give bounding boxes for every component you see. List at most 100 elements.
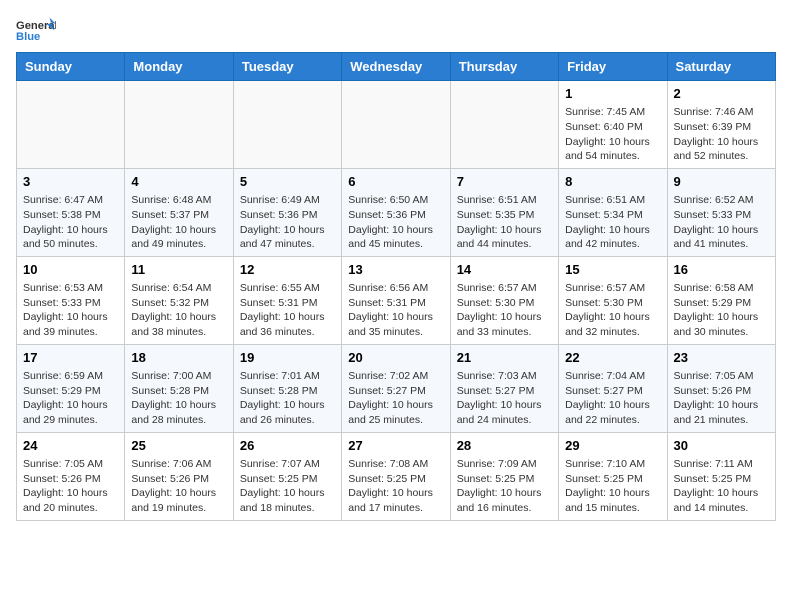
calendar-cell (125, 81, 233, 169)
calendar-cell: 8 Sunrise: 6:51 AM Sunset: 5:34 PM Daylig… (559, 168, 667, 256)
day-info: Sunrise: 7:45 AM Sunset: 6:40 PM Dayligh… (565, 105, 660, 164)
calendar-table: SundayMondayTuesdayWednesdayThursdayFrid… (16, 52, 776, 521)
day-info: Sunrise: 7:06 AM Sunset: 5:26 PM Dayligh… (131, 457, 226, 516)
calendar-cell: 2 Sunrise: 7:46 AM Sunset: 6:39 PM Daylig… (667, 81, 775, 169)
day-number: 3 (23, 173, 118, 191)
calendar-cell (233, 81, 341, 169)
calendar-cell: 13 Sunrise: 6:56 AM Sunset: 5:31 PM Dayli… (342, 256, 450, 344)
calendar-cell (450, 81, 558, 169)
day-number: 16 (674, 261, 769, 279)
day-number: 12 (240, 261, 335, 279)
day-info: Sunrise: 6:59 AM Sunset: 5:29 PM Dayligh… (23, 369, 118, 428)
day-number: 13 (348, 261, 443, 279)
weekday-friday: Friday (559, 53, 667, 81)
day-info: Sunrise: 6:47 AM Sunset: 5:38 PM Dayligh… (23, 193, 118, 252)
day-number: 8 (565, 173, 660, 191)
calendar-cell: 14Sunrise: 6:57 AM Sunset: 5:30 PM Dayli… (450, 256, 558, 344)
day-number: 5 (240, 173, 335, 191)
day-number: 23 (674, 349, 769, 367)
day-number: 24 (23, 437, 118, 455)
weekday-saturday: Saturday (667, 53, 775, 81)
calendar-cell: 9 Sunrise: 6:52 AM Sunset: 5:33 PM Daylig… (667, 168, 775, 256)
day-info: Sunrise: 6:58 AM Sunset: 5:29 PM Dayligh… (674, 281, 769, 340)
day-info: Sunrise: 6:50 AM Sunset: 5:36 PM Dayligh… (348, 193, 443, 252)
week-row-4: 17 Sunrise: 6:59 AM Sunset: 5:29 PM Dayli… (17, 344, 776, 432)
calendar-cell: 27 Sunrise: 7:08 AM Sunset: 5:25 PM Dayli… (342, 432, 450, 520)
week-row-3: 10 Sunrise: 6:53 AM Sunset: 5:33 PM Dayli… (17, 256, 776, 344)
day-number: 2 (674, 85, 769, 103)
day-number: 30 (674, 437, 769, 455)
logo: General Blue (16, 16, 56, 44)
calendar-cell: 24 Sunrise: 7:05 AM Sunset: 5:26 PM Dayli… (17, 432, 125, 520)
calendar-cell: 12 Sunrise: 6:55 AM Sunset: 5:31 PM Dayli… (233, 256, 341, 344)
day-info: Sunrise: 7:07 AM Sunset: 5:25 PM Dayligh… (240, 457, 335, 516)
weekday-header-row: SundayMondayTuesdayWednesdayThursdayFrid… (17, 53, 776, 81)
day-info: Sunrise: 7:05 AM Sunset: 5:26 PM Dayligh… (23, 457, 118, 516)
day-number: 4 (131, 173, 226, 191)
weekday-monday: Monday (125, 53, 233, 81)
calendar-cell: 1Sunrise: 7:45 AM Sunset: 6:40 PM Daylig… (559, 81, 667, 169)
day-info: Sunrise: 6:56 AM Sunset: 5:31 PM Dayligh… (348, 281, 443, 340)
day-info: Sunrise: 7:01 AM Sunset: 5:28 PM Dayligh… (240, 369, 335, 428)
calendar-cell (17, 81, 125, 169)
day-number: 19 (240, 349, 335, 367)
day-info: Sunrise: 6:51 AM Sunset: 5:35 PM Dayligh… (457, 193, 552, 252)
day-number: 15 (565, 261, 660, 279)
calendar-cell: 15 Sunrise: 6:57 AM Sunset: 5:30 PM Dayli… (559, 256, 667, 344)
day-info: Sunrise: 6:57 AM Sunset: 5:30 PM Dayligh… (565, 281, 660, 340)
logo-icon: General Blue (16, 16, 56, 44)
day-info: Sunrise: 7:08 AM Sunset: 5:25 PM Dayligh… (348, 457, 443, 516)
weekday-sunday: Sunday (17, 53, 125, 81)
day-number: 7 (457, 173, 552, 191)
day-number: 26 (240, 437, 335, 455)
calendar-cell: 25 Sunrise: 7:06 AM Sunset: 5:26 PM Dayli… (125, 432, 233, 520)
day-number: 25 (131, 437, 226, 455)
calendar-cell: 30 Sunrise: 7:11 AM Sunset: 5:25 PM Dayli… (667, 432, 775, 520)
day-info: Sunrise: 7:46 AM Sunset: 6:39 PM Dayligh… (674, 105, 769, 164)
day-info: Sunrise: 7:02 AM Sunset: 5:27 PM Dayligh… (348, 369, 443, 428)
calendar-cell: 19 Sunrise: 7:01 AM Sunset: 5:28 PM Dayli… (233, 344, 341, 432)
day-info: Sunrise: 7:09 AM Sunset: 5:25 PM Dayligh… (457, 457, 552, 516)
day-info: Sunrise: 6:49 AM Sunset: 5:36 PM Dayligh… (240, 193, 335, 252)
day-info: Sunrise: 7:11 AM Sunset: 5:25 PM Dayligh… (674, 457, 769, 516)
calendar-cell: 17 Sunrise: 6:59 AM Sunset: 5:29 PM Dayli… (17, 344, 125, 432)
weekday-tuesday: Tuesday (233, 53, 341, 81)
day-number: 21 (457, 349, 552, 367)
calendar-cell: 11Sunrise: 6:54 AM Sunset: 5:32 PM Dayli… (125, 256, 233, 344)
day-number: 27 (348, 437, 443, 455)
day-info: Sunrise: 6:53 AM Sunset: 5:33 PM Dayligh… (23, 281, 118, 340)
calendar-cell: 20 Sunrise: 7:02 AM Sunset: 5:27 PM Dayli… (342, 344, 450, 432)
week-row-1: 1Sunrise: 7:45 AM Sunset: 6:40 PM Daylig… (17, 81, 776, 169)
day-info: Sunrise: 7:10 AM Sunset: 5:25 PM Dayligh… (565, 457, 660, 516)
day-number: 18 (131, 349, 226, 367)
day-info: Sunrise: 7:05 AM Sunset: 5:26 PM Dayligh… (674, 369, 769, 428)
day-info: Sunrise: 6:51 AM Sunset: 5:34 PM Dayligh… (565, 193, 660, 252)
weekday-wednesday: Wednesday (342, 53, 450, 81)
calendar-cell: 4Sunrise: 6:48 AM Sunset: 5:37 PM Daylig… (125, 168, 233, 256)
calendar-cell: 21Sunrise: 7:03 AM Sunset: 5:27 PM Dayli… (450, 344, 558, 432)
calendar-cell (342, 81, 450, 169)
day-number: 17 (23, 349, 118, 367)
day-info: Sunrise: 6:52 AM Sunset: 5:33 PM Dayligh… (674, 193, 769, 252)
day-info: Sunrise: 6:54 AM Sunset: 5:32 PM Dayligh… (131, 281, 226, 340)
week-row-5: 24 Sunrise: 7:05 AM Sunset: 5:26 PM Dayli… (17, 432, 776, 520)
svg-text:Blue: Blue (16, 31, 40, 43)
day-number: 14 (457, 261, 552, 279)
calendar-cell: 16 Sunrise: 6:58 AM Sunset: 5:29 PM Dayli… (667, 256, 775, 344)
calendar-cell: 3 Sunrise: 6:47 AM Sunset: 5:38 PM Daylig… (17, 168, 125, 256)
day-number: 10 (23, 261, 118, 279)
day-number: 20 (348, 349, 443, 367)
day-number: 6 (348, 173, 443, 191)
calendar-cell: 26 Sunrise: 7:07 AM Sunset: 5:25 PM Dayli… (233, 432, 341, 520)
calendar-cell: 5 Sunrise: 6:49 AM Sunset: 5:36 PM Daylig… (233, 168, 341, 256)
day-number: 9 (674, 173, 769, 191)
calendar-cell: 18Sunrise: 7:00 AM Sunset: 5:28 PM Dayli… (125, 344, 233, 432)
weekday-thursday: Thursday (450, 53, 558, 81)
day-number: 28 (457, 437, 552, 455)
calendar-cell: 28 Sunrise: 7:09 AM Sunset: 5:25 PM Dayli… (450, 432, 558, 520)
day-info: Sunrise: 6:55 AM Sunset: 5:31 PM Dayligh… (240, 281, 335, 340)
calendar-cell: 10 Sunrise: 6:53 AM Sunset: 5:33 PM Dayli… (17, 256, 125, 344)
day-number: 22 (565, 349, 660, 367)
page-header: General Blue (16, 16, 776, 44)
calendar-cell: 29Sunrise: 7:10 AM Sunset: 5:25 PM Dayli… (559, 432, 667, 520)
